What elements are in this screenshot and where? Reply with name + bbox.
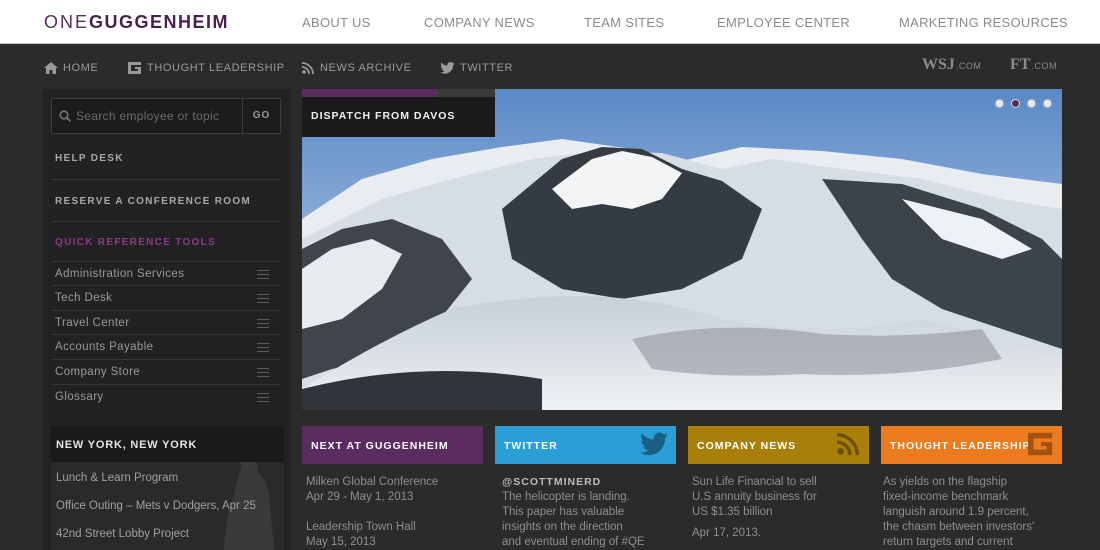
home-icon: [44, 62, 58, 74]
card-next-at-guggenheim[interactable]: NEXT AT GUGGENHEIM: [302, 426, 483, 464]
secnav-home-label: HOME: [63, 62, 99, 74]
tweet-line: and eventual ending of #QE: [502, 536, 645, 548]
news-line[interactable]: U.S annuity business for: [692, 490, 817, 505]
tool-tech-desk[interactable]: Tech Desk: [51, 285, 281, 310]
tool-label: Tech Desk: [55, 292, 113, 304]
menu-icon: [257, 368, 269, 377]
carousel-dot-4[interactable]: [1043, 99, 1052, 108]
carousel-dot-2[interactable]: [1011, 99, 1020, 108]
secnav-home[interactable]: HOME: [44, 58, 98, 78]
menu-icon: [257, 319, 269, 328]
top-bar: ONEGUGGENHEIM ABOUT US COMPANY NEWS TEAM…: [0, 0, 1100, 44]
nav-employee-center[interactable]: EMPLOYEE CENTER: [717, 15, 850, 30]
article-line[interactable]: languish around 1.9 percent,: [883, 505, 1029, 520]
hero-carousel[interactable]: DISPATCH FROM DAVOS: [302, 89, 1062, 410]
secnav-thought-leadership[interactable]: THOUGHT LEADERSHIP: [128, 58, 285, 78]
search-box: GO: [51, 98, 281, 134]
news-line[interactable]: Sun Life Financial to sell: [692, 475, 817, 490]
menu-icon: [257, 343, 269, 352]
hero-tab-accent: [302, 89, 437, 97]
twitter-bird-icon: [640, 432, 668, 456]
card-title: COMPANY NEWS: [697, 440, 797, 452]
tool-label: Administration Services: [55, 268, 185, 280]
sidebar: GO HELP DESK RESERVE A CONFERENCE ROOM Q…: [43, 89, 291, 550]
carousel-dot-1[interactable]: [995, 99, 1004, 108]
tool-company-store[interactable]: Company Store: [51, 359, 281, 384]
help-desk-link[interactable]: HELP DESK: [55, 153, 124, 164]
nav-about-us[interactable]: ABOUT US: [302, 15, 371, 30]
news-line[interactable]: US $1.35 billion: [692, 505, 773, 520]
divider: [51, 179, 281, 180]
card-title: NEXT AT GUGGENHEIM: [311, 440, 449, 452]
secnav-news-archive[interactable]: NEWS ARCHIVE: [302, 58, 412, 78]
event-date: May 15, 2013: [306, 536, 376, 548]
tool-label: Glossary: [55, 391, 104, 403]
menu-icon: [257, 294, 269, 303]
secnav-news-archive-label: NEWS ARCHIVE: [320, 62, 412, 74]
hero-caption[interactable]: DISPATCH FROM DAVOS: [302, 89, 495, 137]
rss-icon: [302, 62, 314, 74]
tweet-line: insights on the direction: [502, 521, 623, 533]
event-date: Apr 29 - May 1, 2013: [306, 491, 414, 503]
guggenheim-g-icon: [1028, 432, 1053, 456]
tool-accounts-payable[interactable]: Accounts Payable: [51, 334, 281, 359]
logo-text-one: ONE: [44, 12, 90, 32]
card-twitter[interactable]: TWITTER: [495, 426, 676, 464]
city-item[interactable]: Lunch & Learn Program: [56, 472, 178, 484]
article-line[interactable]: fixed-income benchmark: [883, 490, 1008, 505]
nav-team-sites[interactable]: TEAM SITES: [584, 15, 664, 30]
tool-administration-services[interactable]: Administration Services: [51, 261, 281, 286]
tweet-line: This paper has valuable: [502, 506, 625, 518]
reserve-conference-room-link[interactable]: RESERVE A CONFERENCE ROOM: [55, 196, 251, 207]
article-line[interactable]: As yields on the flagship: [883, 475, 1007, 490]
davos-panorama-image: [302, 89, 1062, 410]
tool-travel-center[interactable]: Travel Center: [51, 310, 281, 335]
card-thought-leadership[interactable]: THOUGHT LEADERSHIP: [881, 426, 1062, 464]
nav-marketing-resources[interactable]: MARKETING RESOURCES: [899, 15, 1068, 30]
wsj-link[interactable]: WSJ.COM: [922, 56, 981, 74]
tool-label: Accounts Payable: [55, 341, 154, 353]
event-title[interactable]: Leadership Town Hall: [306, 520, 416, 535]
carousel-dot-3[interactable]: [1027, 99, 1036, 108]
wsj-suffix: .COM: [955, 61, 982, 71]
nav-company-news[interactable]: COMPANY NEWS: [424, 15, 535, 30]
card-company-news[interactable]: COMPANY NEWS: [688, 426, 869, 464]
article-line[interactable]: the chasm between investors': [883, 520, 1034, 535]
guggenheim-g-icon: [128, 62, 141, 74]
wsj-label: WSJ: [922, 56, 955, 73]
city-item[interactable]: Office Outing – Mets v Dodgers, Apr 25: [56, 500, 256, 512]
city-panel: NEW YORK, NEW YORK Lunch & Learn Program…: [51, 426, 284, 550]
menu-icon: [257, 393, 269, 402]
hero-label: DISPATCH FROM DAVOS: [311, 110, 456, 122]
city-title: NEW YORK, NEW YORK: [56, 439, 198, 451]
search-input[interactable]: [52, 99, 244, 133]
card-title: THOUGHT LEADERSHIP: [890, 440, 1031, 452]
tool-label: Travel Center: [55, 317, 130, 329]
secnav-thought-leadership-label: THOUGHT LEADERSHIP: [147, 62, 285, 74]
logo[interactable]: ONEGUGGENHEIM: [44, 12, 229, 33]
ft-link[interactable]: FT.COM: [1010, 56, 1057, 74]
menu-icon: [257, 270, 269, 279]
ft-suffix: .COM: [1031, 61, 1057, 71]
twitter-bird-icon: [440, 62, 455, 74]
twitter-handle[interactable]: @SCOTTMINERD: [502, 475, 601, 490]
article-line[interactable]: return targets and current: [883, 535, 1013, 550]
card-title: TWITTER: [504, 440, 558, 452]
quick-reference-title: QUICK REFERENCE TOOLS: [55, 237, 217, 248]
tool-glossary[interactable]: Glossary: [51, 384, 281, 409]
secnav-twitter-label: TWITTER: [460, 62, 514, 74]
tool-label: Company Store: [55, 366, 141, 378]
search-go-button[interactable]: GO: [242, 99, 280, 133]
news-date: Apr 17, 2013.: [692, 527, 762, 539]
divider: [51, 221, 281, 222]
rss-icon: [837, 433, 859, 456]
ft-label: FT: [1010, 56, 1031, 73]
event-title[interactable]: Milken Global Conference: [306, 475, 438, 490]
tweet-line: The helicopter is landing.: [502, 491, 630, 503]
logo-text-guggenheim: GUGGENHEIM: [89, 12, 230, 32]
city-item[interactable]: 42nd Street Lobby Project: [56, 528, 189, 540]
hero-tab-accent-secondary: [437, 89, 495, 97]
carousel-pagination: [995, 99, 1052, 108]
secnav-twitter[interactable]: TWITTER: [440, 58, 513, 78]
